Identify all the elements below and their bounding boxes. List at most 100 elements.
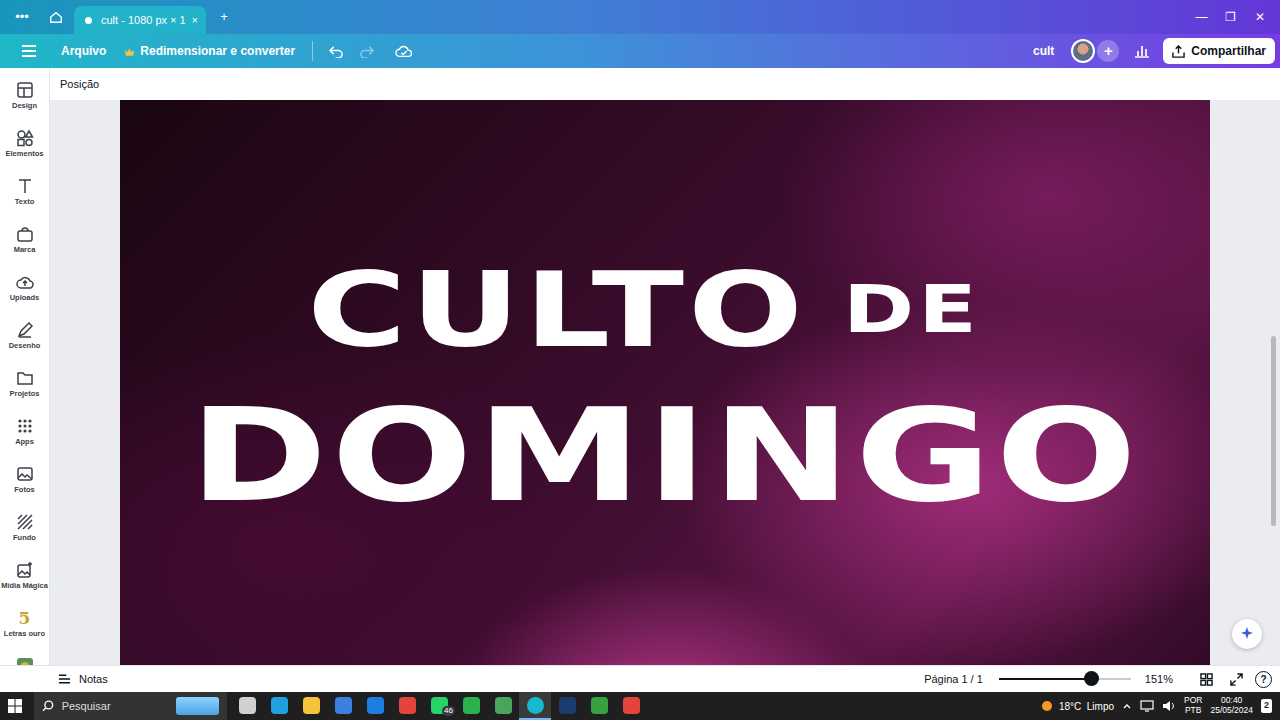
editor-body: Design ElementosTextoMarca Uploads Desenho P…	[0, 68, 1280, 665]
taskbar-app[interactable]	[263, 692, 295, 720]
taskbar-app[interactable]	[487, 692, 519, 720]
tray-arrow-icon[interactable]	[1122, 701, 1132, 711]
app-icon	[527, 697, 544, 714]
position-button[interactable]: Posição	[60, 76, 99, 93]
taskbar-app[interactable]	[615, 692, 647, 720]
sidebar-label: Design	[12, 102, 37, 110]
taskbar-app[interactable]	[295, 692, 327, 720]
text-icon	[16, 177, 34, 195]
sidebar-item[interactable]: Desenho	[0, 318, 50, 366]
browser-tab[interactable]: cult - 1080 px × 152... ×	[74, 6, 206, 34]
sidebar-item[interactable]: Projetos	[0, 366, 50, 414]
taskbar-app[interactable]	[327, 692, 359, 720]
close-button[interactable]: ✕	[1245, 8, 1274, 26]
undo-icon[interactable]	[321, 37, 351, 65]
taskbar-app[interactable]	[551, 692, 583, 720]
share-label: Compartilhar	[1191, 42, 1266, 60]
taskbar-app[interactable]	[231, 692, 263, 720]
zoom-reading[interactable]: 151%	[1145, 671, 1173, 688]
taskbar-app[interactable]	[359, 692, 391, 720]
sidebar-item[interactable]: Fundo	[0, 510, 50, 558]
windows-start-icon[interactable]	[0, 692, 30, 720]
magic-assistant-icon[interactable]	[1232, 619, 1262, 649]
grid-view-icon[interactable]	[1191, 665, 1221, 693]
notes-button[interactable]: Notas	[58, 671, 108, 688]
help-button[interactable]: ?	[1255, 671, 1272, 688]
zoom-slider[interactable]	[999, 678, 1131, 680]
clock-time: 00:40	[1221, 696, 1242, 706]
design-title[interactable]: DE	[843, 277, 981, 343]
sidebar-item[interactable]: Elementos	[0, 126, 50, 174]
notes-label: Notas	[79, 671, 108, 688]
fullscreen-icon[interactable]	[1221, 665, 1251, 693]
maximize-button[interactable]: ❐	[1216, 8, 1245, 26]
taskbar-app[interactable]: 46	[423, 692, 455, 720]
app-icon	[367, 697, 384, 714]
magic-media-icon	[16, 561, 34, 579]
sidebar-item[interactable]: Mídia Mágica	[0, 558, 50, 606]
new-tab-button[interactable]: +	[210, 4, 238, 30]
canva-logo-icon	[82, 14, 95, 27]
sidebar-label: Apps	[15, 438, 34, 446]
menu-icon[interactable]	[14, 37, 44, 65]
brand-icon	[16, 225, 34, 243]
search-field[interactable]	[62, 698, 169, 715]
notification-count[interactable]: 2	[1261, 699, 1272, 713]
sidebar-item[interactable]: Design	[0, 78, 50, 126]
title-line: DOMINGO	[299, 362, 1031, 520]
scrollbar[interactable]	[1271, 336, 1276, 526]
taskbar-app[interactable]	[391, 692, 423, 720]
weather-widget[interactable]: 18°C Limpo	[1039, 698, 1114, 714]
taskbar-app[interactable]	[455, 692, 487, 720]
sidebar-item[interactable]: 5Letras ouro	[0, 606, 50, 654]
editor-header: ArquivoRedimensionar e converter cult + …	[0, 34, 1280, 68]
sidebar-label: Uploads	[10, 294, 40, 302]
separator	[312, 41, 313, 61]
sidebar-item[interactable]: Uploads	[0, 270, 50, 318]
add-collaborator[interactable]: +	[1097, 40, 1119, 62]
app-icon	[495, 697, 512, 714]
background-icon	[16, 513, 34, 531]
clock[interactable]: 00:40 25/05/2024	[1210, 696, 1253, 716]
page-indicator: Página 1 / 1	[924, 671, 983, 688]
system-tray: 18°C Limpo POR PTB 00:40 25/05/2024 2	[1039, 696, 1280, 716]
apps-icon	[16, 417, 34, 435]
browser-tab-strip: ••• cult - 1080 px × 152... × + —❐✕	[0, 0, 1280, 34]
home-icon[interactable]	[42, 4, 70, 30]
design-title[interactable]: CULTO	[307, 258, 806, 362]
sidebar-item[interactable]: Fotos	[0, 462, 50, 510]
taskbar-apps: 46	[231, 692, 647, 720]
sidebar-item[interactable]: Apps	[0, 414, 50, 462]
input-language[interactable]: POR PTB	[1184, 696, 1202, 716]
sidebar-item[interactable]	[0, 654, 50, 665]
browser-menu[interactable]: •••	[8, 4, 36, 30]
volume-icon[interactable]	[1162, 700, 1176, 712]
taskbar-app[interactable]	[583, 692, 615, 720]
gold-letters-icon: 5	[16, 609, 34, 627]
title-line: CULTO DE	[365, 258, 965, 362]
sidebar-item[interactable]: Marca	[0, 222, 50, 270]
header-menu-item[interactable]: Redimensionar e converter	[115, 38, 304, 64]
sidebar-item[interactable]: Texto	[0, 174, 50, 222]
stats-icon[interactable]	[1127, 37, 1157, 65]
taskbar-search[interactable]	[34, 692, 227, 720]
windows-taskbar: 46 18°C Limpo POR PTB 00:40 25/05/2024 2	[0, 692, 1280, 720]
sidebar-label: Desenho	[9, 342, 41, 350]
sidebar-label: Fotos	[14, 486, 34, 494]
tab-close[interactable]: ×	[192, 12, 198, 29]
design-title[interactable]: DOMINGO	[189, 392, 1141, 520]
zoom-thumb[interactable]	[1084, 671, 1099, 686]
header-menu-label: Redimensionar e converter	[140, 42, 295, 60]
share-icon	[1172, 45, 1185, 58]
header-menu-item[interactable]: Arquivo	[52, 38, 115, 64]
design-page[interactable]: CULTO DE DOMINGO	[120, 100, 1210, 665]
language-code: POR	[1184, 696, 1202, 706]
cloud-save-icon[interactable]	[389, 37, 419, 65]
network-icon[interactable]	[1140, 700, 1154, 712]
minimize-button[interactable]: —	[1187, 8, 1216, 26]
avatar-icon[interactable]	[1071, 39, 1095, 63]
project-name[interactable]: cult	[1024, 38, 1063, 64]
share-button[interactable]: Compartilhar	[1163, 38, 1275, 64]
redo-icon[interactable]	[351, 37, 381, 65]
taskbar-app[interactable]	[519, 692, 551, 720]
